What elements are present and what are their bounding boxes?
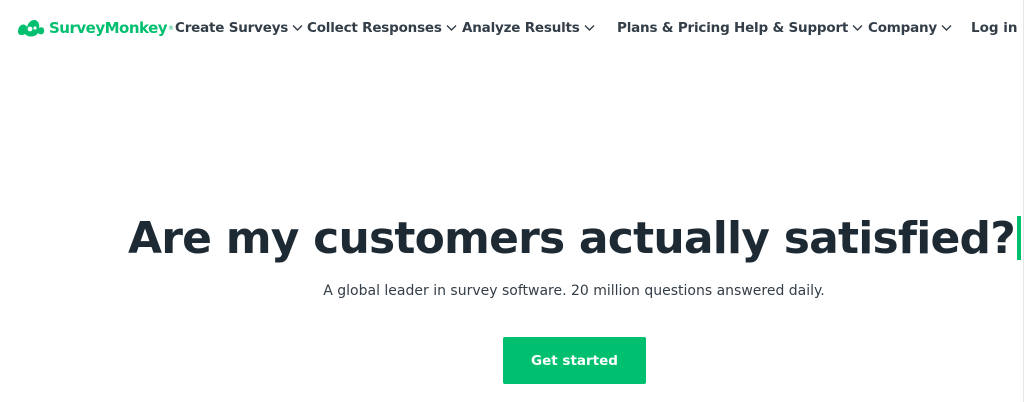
- nav-help-support-label: Help & Support: [734, 20, 849, 36]
- chevron-down-icon: [292, 25, 303, 31]
- hero-subtitle: A global leader in survey software. 20 m…: [323, 283, 825, 299]
- site-header: SurveyMonkey ® Create Surveys Collect Re…: [0, 0, 1024, 56]
- nav-create-surveys-label: Create Surveys: [175, 20, 289, 36]
- login-link[interactable]: Log in: [971, 18, 1017, 38]
- page: SurveyMonkey ® Create Surveys Collect Re…: [0, 0, 1024, 402]
- hero-headline-text: Are my customers actually satisfied?: [128, 212, 1016, 264]
- nav-plans-pricing[interactable]: Plans & Pricing: [617, 18, 730, 38]
- surveymonkey-logo[interactable]: SurveyMonkey ®: [16, 16, 174, 40]
- nav-analyze-results-label: Analyze Results: [462, 20, 580, 36]
- nav-analyze-results[interactable]: Analyze Results: [462, 18, 595, 38]
- nav-collect-responses[interactable]: Collect Responses: [307, 18, 457, 38]
- nav-plans-pricing-label: Plans & Pricing: [617, 20, 730, 36]
- nav-company[interactable]: Company: [868, 18, 952, 38]
- nav-create-surveys[interactable]: Create Surveys: [175, 18, 303, 38]
- logo-wordmark: SurveyMonkey: [49, 19, 168, 37]
- monkey-logo-icon: [18, 20, 45, 37]
- nav-collect-responses-label: Collect Responses: [307, 20, 442, 36]
- get-started-button[interactable]: Get started: [503, 337, 646, 384]
- chevron-down-icon: [852, 25, 863, 31]
- logo-trademark: ®: [168, 24, 175, 32]
- nav-help-support[interactable]: Help & Support: [734, 18, 863, 38]
- chevron-down-icon: [584, 25, 595, 31]
- chevron-down-icon: [446, 25, 457, 31]
- hero-headline: Are my customers actually satisfied?: [128, 206, 1021, 270]
- chevron-down-icon: [941, 25, 952, 31]
- nav-company-label: Company: [868, 20, 938, 36]
- typing-cursor: [1016, 216, 1021, 260]
